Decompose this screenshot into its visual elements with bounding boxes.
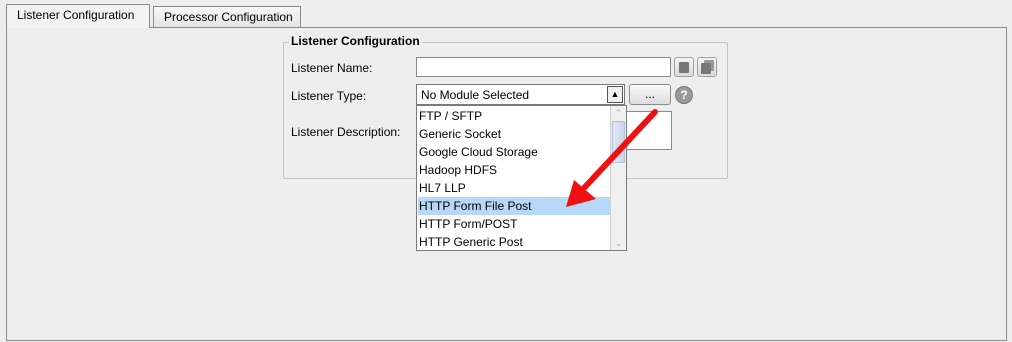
scroll-down-icon[interactable]: ⌄: [611, 236, 626, 250]
dropdown-option[interactable]: HTTP Form/POST: [418, 215, 611, 233]
listener-type-label: Listener Type:: [291, 89, 367, 103]
dropdown-option[interactable]: HL7 LLP: [418, 179, 611, 197]
listener-description-label: Listener Description:: [291, 125, 401, 139]
group-title: Listener Configuration: [289, 34, 422, 48]
copy-icon: [679, 62, 689, 73]
scroll-up-icon[interactable]: ⌃: [611, 106, 626, 120]
copy-button[interactable]: [674, 57, 694, 77]
dropdown-option[interactable]: Hadoop HDFS: [418, 161, 611, 179]
listener-type-value: No Module Selected: [421, 88, 530, 102]
dropdown-option[interactable]: Generic Socket: [418, 125, 611, 143]
dropdown-scrollbar[interactable]: ⌃ ⌄: [610, 106, 626, 250]
listener-name-input[interactable]: [416, 57, 671, 77]
tab-processor-configuration[interactable]: Processor Configuration: [153, 6, 301, 27]
dropdown-option[interactable]: HTTP Generic Post: [418, 233, 611, 251]
dropdown-option-selected[interactable]: HTTP Form File Post: [418, 197, 611, 215]
listener-type-dropdown-list: FTP / SFTP Generic Socket Google Cloud S…: [416, 105, 627, 251]
listener-name-label: Listener Name:: [291, 61, 373, 75]
scrollbar-thumb[interactable]: [612, 121, 625, 163]
dropdown-arrow-icon[interactable]: ▲: [607, 86, 623, 103]
browse-button[interactable]: ...: [629, 84, 671, 105]
tab-listener-configuration[interactable]: Listener Configuration: [6, 4, 150, 28]
listener-type-select[interactable]: No Module Selected ▲: [416, 84, 625, 105]
paste-button[interactable]: [697, 57, 717, 77]
help-icon[interactable]: ?: [675, 86, 693, 104]
dropdown-option[interactable]: FTP / SFTP: [418, 107, 611, 125]
dropdown-option[interactable]: Google Cloud Storage: [418, 143, 611, 161]
